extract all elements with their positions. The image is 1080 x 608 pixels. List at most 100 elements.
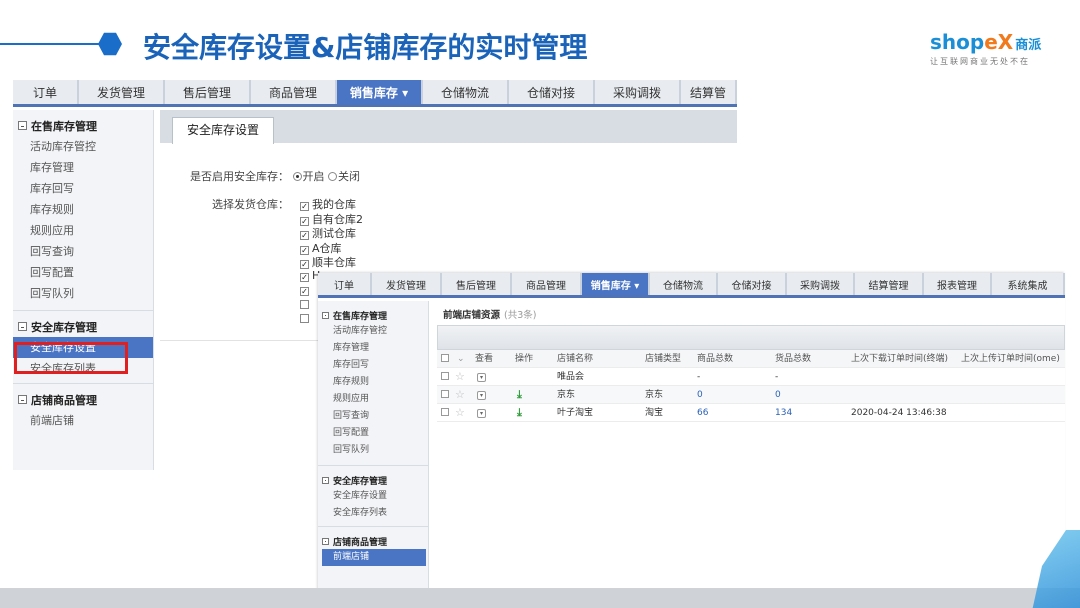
nav-tab-sales-stock[interactable]: 销售库存 ▾: [582, 273, 650, 295]
col-goods-total[interactable]: 商品总数: [697, 350, 733, 368]
main-nav: 订单 发货管理 售后管理 商品管理 销售库存 ▾ 仓储物流 仓储对接 采购调拨 …: [13, 80, 737, 107]
goods-total[interactable]: 66: [697, 404, 708, 422]
col-last-download[interactable]: 上次下载订单时间(终端): [851, 350, 948, 368]
sidebar-item-activity-stock[interactable]: 活动库存管控: [13, 136, 153, 157]
goods-total: -: [697, 372, 701, 382]
sidebar-group-shop-goods[interactable]: 店铺商品管理: [13, 389, 153, 410]
nav-tab-settlement[interactable]: 结算管: [681, 80, 737, 104]
col-last-upload[interactable]: 上次上传订单时间(ome): [961, 350, 1060, 368]
checkbox-checked[interactable]: ✓: [300, 272, 309, 282]
table-row[interactable]: ☆ ▾ ⤓ 京东 京东 0 0: [437, 386, 1065, 404]
nav-tab-aftersales[interactable]: 售后管理: [442, 273, 512, 295]
warehouse-option[interactable]: ✓ 顺丰仓库: [300, 254, 363, 269]
checkbox-unchecked[interactable]: [300, 314, 309, 323]
sidebar-item-front-shop[interactable]: 前端店铺: [13, 410, 153, 431]
col-shop-type[interactable]: 店铺类型: [645, 350, 681, 368]
goods-total[interactable]: 0: [697, 386, 703, 404]
checkbox-checked[interactable]: ✓: [300, 245, 309, 255]
resource-title: 前端店铺资源 (共3条): [443, 310, 537, 321]
sidebar-item-writeback-config[interactable]: 回写配置: [318, 425, 428, 442]
nav-tab-orders[interactable]: 订单: [318, 273, 372, 295]
nav-tab-shipping[interactable]: 发货管理: [79, 80, 165, 104]
sidebar-group-safety-stock[interactable]: 安全库存管理: [13, 316, 153, 337]
nav-tab-shipping[interactable]: 发货管理: [372, 273, 442, 295]
warehouse-option[interactable]: ✓ 测试仓库: [300, 225, 363, 240]
sidebar-item-stock-rules[interactable]: 库存规则: [13, 199, 153, 220]
nav-tab-integration[interactable]: 系统集成: [992, 273, 1065, 295]
subtab-safety-settings[interactable]: 安全库存设置: [172, 117, 275, 144]
record-count: (共3条): [504, 310, 537, 321]
collapse-icon: [322, 311, 329, 319]
checkbox-checked[interactable]: ✓: [300, 260, 309, 269]
col-shop-name[interactable]: 店铺名称: [557, 350, 593, 368]
row-checkbox[interactable]: [441, 372, 449, 380]
warehouse-option[interactable]: ✓ 我的仓库: [300, 196, 363, 211]
sidebar-item-stock-writeback[interactable]: 库存回写: [318, 357, 428, 374]
row-checkbox[interactable]: [441, 408, 449, 416]
sidebar-item-safety-settings[interactable]: 安全库存设置: [318, 488, 428, 505]
sidebar-item-writeback-query[interactable]: 回写查询: [318, 408, 428, 425]
star-icon[interactable]: ☆: [455, 386, 465, 404]
sidebar-item-stock-manage[interactable]: 库存管理: [318, 340, 428, 357]
radio-off[interactable]: [328, 172, 337, 181]
sidebar-item-writeback-queue[interactable]: 回写队列: [13, 283, 153, 304]
products-total[interactable]: 134: [775, 404, 792, 422]
logo-word: shop: [930, 30, 985, 54]
star-icon[interactable]: ☆: [455, 368, 465, 386]
sidebar-item-stock-writeback[interactable]: 库存回写: [13, 178, 153, 199]
sidebar-item-front-shop[interactable]: 前端店铺: [322, 549, 426, 566]
nav-tab-products[interactable]: 商品管理: [251, 80, 337, 104]
sidebar-item-rule-apply[interactable]: 规则应用: [318, 391, 428, 408]
view-icon[interactable]: ▾: [477, 409, 486, 418]
select-all-checkbox[interactable]: [441, 354, 449, 362]
nav-tab-warehouse-docking[interactable]: 仓储对接: [718, 273, 787, 295]
nav-tab-settlement[interactable]: 结算管理: [855, 273, 924, 295]
sidebar-item-stock-rules[interactable]: 库存规则: [318, 374, 428, 391]
sidebar-item-safety-list[interactable]: 安全库存列表: [318, 505, 428, 522]
header-chevron-icon[interactable]: ⌄: [457, 350, 465, 368]
warehouse-label: 选择发货仓库：: [212, 198, 289, 211]
shop-table: ⌄ 查看 操作 店铺名称 店铺类型 商品总数 货品总数 上次下载订单时间(终端)…: [437, 350, 1065, 422]
nav-tab-logistics[interactable]: 仓储物流: [423, 80, 509, 104]
sidebar-item-writeback-queue[interactable]: 回写队列: [318, 442, 428, 459]
collapse-icon: [322, 476, 329, 484]
sidebar-group-safety-stock[interactable]: 安全库存管理: [318, 472, 428, 488]
row-checkbox[interactable]: [441, 390, 449, 398]
sidebar-item-writeback-query[interactable]: 回写查询: [13, 241, 153, 262]
view-icon[interactable]: ▾: [477, 373, 486, 382]
col-products-total[interactable]: 货品总数: [775, 350, 811, 368]
nav-tab-purchase[interactable]: 采购调拨: [595, 80, 681, 104]
nav-tab-products[interactable]: 商品管理: [512, 273, 582, 295]
table-row[interactable]: ☆ ▾ ⤓ 叶子淘宝 淘宝 66 134 2020-04-24 13:46:38: [437, 404, 1065, 422]
checkbox-checked[interactable]: ✓: [300, 202, 309, 211]
sidebar-item-rule-apply[interactable]: 规则应用: [13, 220, 153, 241]
checkbox-checked[interactable]: ✓: [300, 216, 309, 226]
view-icon[interactable]: ▾: [477, 391, 486, 400]
nav-tab-orders[interactable]: 订单: [13, 80, 79, 104]
sidebar-group-shop-goods[interactable]: 店铺商品管理: [318, 533, 428, 549]
products-total[interactable]: 0: [775, 386, 781, 404]
nav-tab-logistics[interactable]: 仓储物流: [650, 273, 718, 295]
sidebar-item-writeback-config[interactable]: 回写配置: [13, 262, 153, 283]
sidebar-item-stock-manage[interactable]: 库存管理: [13, 157, 153, 178]
nav-tab-aftersales[interactable]: 售后管理: [165, 80, 251, 104]
checkbox-checked[interactable]: ✓: [300, 287, 309, 296]
sidebar-group-on-sale[interactable]: 在售库存管理: [13, 115, 153, 136]
sidebar-group-on-sale[interactable]: 在售库存管理: [318, 307, 428, 323]
logo-x: eX: [984, 30, 1014, 54]
nav-tab-sales-stock[interactable]: 销售库存 ▾: [337, 80, 423, 104]
table-row[interactable]: ☆ ▾ 唯品会 - -: [437, 368, 1065, 386]
warehouse-option[interactable]: ✓ A仓库: [300, 240, 363, 255]
checkbox-checked[interactable]: ✓: [300, 231, 309, 240]
star-icon[interactable]: ☆: [455, 404, 465, 422]
checkbox-unchecked[interactable]: [300, 299, 309, 309]
sidebar-item-activity-stock[interactable]: 活动库存管控: [318, 323, 428, 340]
warehouse-option[interactable]: ✓ 自有仓库2: [300, 211, 363, 226]
radio-on[interactable]: [292, 172, 302, 181]
nav-tab-warehouse-docking[interactable]: 仓储对接: [509, 80, 595, 104]
shop-name: 叶子淘宝: [557, 408, 594, 418]
download-icon[interactable]: ⤓: [517, 386, 522, 404]
nav-tab-reports[interactable]: 报表管理: [924, 273, 992, 295]
nav-tab-purchase[interactable]: 采购调拨: [787, 273, 855, 295]
download-icon[interactable]: ⤓: [517, 404, 522, 422]
